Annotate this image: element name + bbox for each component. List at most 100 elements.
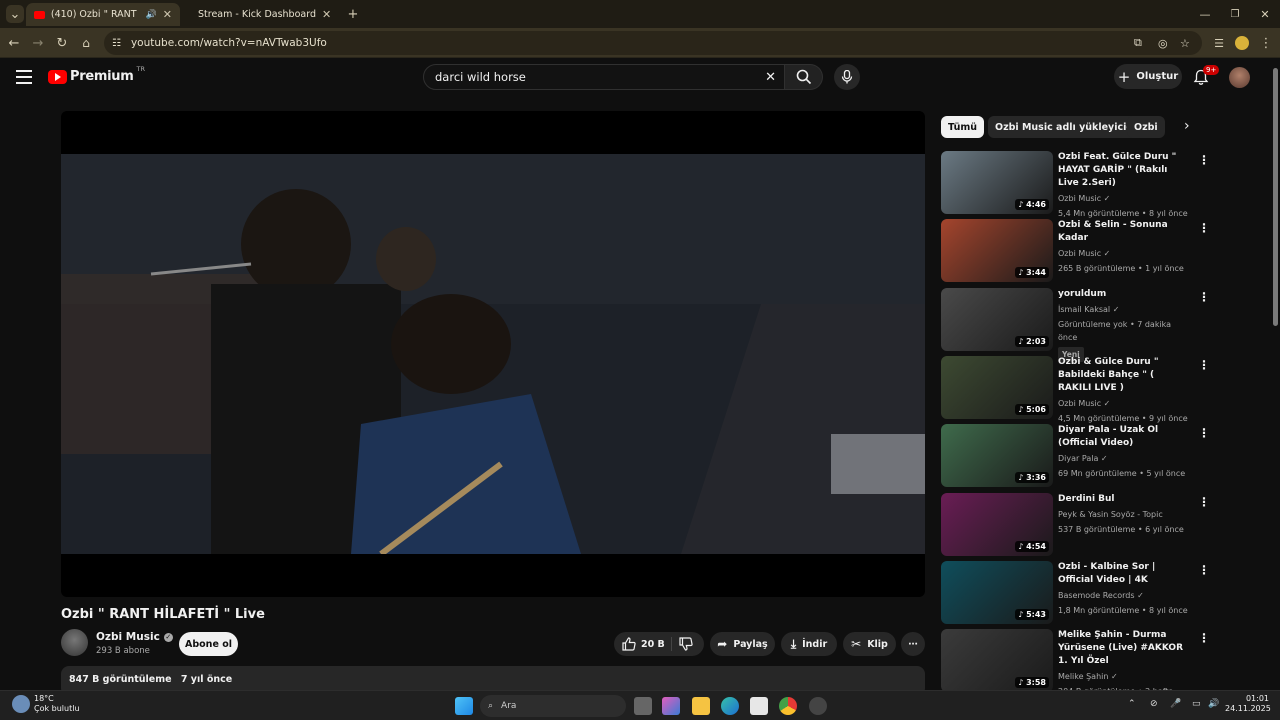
video-player[interactable] [61,111,925,597]
recommendation-item[interactable]: ♪ 4:54 Derdini Bul Peyk & Yasin Soyöz - To… [941,492,1210,557]
download-button[interactable]: ⤓ İndir [781,632,837,656]
network-off-icon[interactable]: ⊘ [1150,699,1158,709]
display-icon[interactable]: ▭ [1192,699,1201,709]
more-vert-icon[interactable]: ⋮ [1198,221,1210,235]
more-vert-icon[interactable]: ⋮ [1198,495,1210,509]
hamburger-menu-icon[interactable] [16,70,32,84]
more-vert-icon[interactable]: ⋮ [1198,426,1210,440]
recommendation-title[interactable]: Ozbi & Selin - Sonuna Kadar [1058,219,1190,245]
more-vert-icon[interactable]: ⋮ [1198,563,1210,577]
search-input[interactable]: darci wild horse ✕ [423,64,785,90]
address-bar[interactable]: ☷ youtube.com/watch?v=nAVTwab3Ufo ⧉ ◎ ☆ [104,31,1202,55]
home-icon[interactable]: ⌂ [77,34,95,52]
video-thumbnail[interactable]: ♪ 3:44 [941,219,1053,283]
more-vert-icon[interactable]: ⋮ [1198,358,1210,372]
video-thumbnail[interactable]: ♪ 3:36 [941,424,1053,488]
avatar[interactable] [1229,67,1250,88]
app-icon[interactable] [809,697,827,715]
recommendation-channel[interactable]: Ozbi Music ✓ [1058,247,1190,260]
more-vert-icon[interactable]: ⋮ [1198,290,1210,304]
profile-icon[interactable] [1233,34,1251,52]
create-button[interactable]: + Oluştur [1114,64,1182,89]
eye-off-icon[interactable]: ◎ [1158,37,1168,50]
recommendation-title[interactable]: Ozbi Feat. Gülce Duru " HAYAT GARİP " (R… [1058,151,1190,190]
voice-search-button[interactable] [834,64,860,90]
scrollbar-thumb[interactable] [1273,68,1278,326]
recommendation-item[interactable]: ♪ 4:46 Ozbi Feat. Gülce Duru " HAYAT GARİ… [941,151,1210,218]
weather-cloud-icon[interactable] [12,695,30,713]
video-thumbnail[interactable]: ♪ 5:06 [941,355,1053,419]
back-icon[interactable]: ← [5,34,23,52]
youtube-logo[interactable]: Premium TR [48,65,145,84]
reading-list-icon[interactable]: ☰ [1210,34,1228,52]
tab-youtube[interactable]: (410) Ozbi " RANT HİLAFETİ 🔊 ✕ [26,3,180,26]
chip-ozbi[interactable]: Ozbi [1127,116,1165,138]
close-tab-icon[interactable]: ✕ [322,8,331,21]
restore-button[interactable]: ❐ [1226,5,1244,23]
recommendation-item[interactable]: ♪ 3:58 Melike Şahin - Durma Yürüsene (Liv… [941,629,1210,709]
recommendation-channel[interactable]: Basemode Records ✓ [1058,589,1190,602]
notifications-button[interactable]: 9+ [1193,65,1220,87]
recommendation-channel[interactable]: Melike Şahin ✓ [1058,670,1190,683]
new-tab-button[interactable]: + [344,5,362,23]
share-button[interactable]: ➦ Paylaş [710,632,775,656]
clip-button[interactable]: ✂ Klip [843,632,896,656]
video-thumbnail[interactable]: ♪ 4:54 [941,492,1053,556]
recommendation-title[interactable]: Diyar Pala - Uzak Ol (Official Video) [1058,424,1190,450]
clock[interactable]: 01:01 24.11.2025 [1225,694,1271,714]
windows-start-icon[interactable] [455,697,473,715]
tray-chevron-icon[interactable]: ⌃ [1128,699,1136,709]
clear-search-icon[interactable]: ✕ [765,70,776,85]
recommendation-title[interactable]: yoruldum [1058,288,1190,301]
video-thumbnail[interactable]: ♪ 5:43 [941,560,1053,624]
dislike-button[interactable] [679,637,693,654]
bookmark-star-icon[interactable]: ☆ [1180,37,1190,50]
window-close-button[interactable]: ✕ [1256,5,1274,23]
mic-tray-icon[interactable]: 🎤 [1170,699,1181,709]
recommendation-item[interactable]: ♪ 3:44 Ozbi & Selin - Sonuna Kadar Ozbi Mu… [941,219,1210,283]
video-thumbnail[interactable]: ♪ 3:58 [941,629,1053,693]
reload-icon[interactable]: ↻ [53,34,71,52]
chrome-icon[interactable] [779,697,797,715]
recommendation-title[interactable]: Derdini Bul [1058,493,1190,506]
recommendation-item[interactable]: ♪ 5:43 Ozbi - Kalbine Sor | Official Vide… [941,560,1210,625]
chip-all[interactable]: Tümü [941,116,985,138]
recommendation-channel[interactable]: Ozbi Music ✓ [1058,192,1190,205]
recommendation-title[interactable]: Ozbi & Gülce Duru " Babildeki Bahçe " ( … [1058,356,1190,395]
site-info-icon[interactable]: ☷ [112,38,121,49]
like-button[interactable]: 20 B [622,637,665,651]
tab-search-button[interactable]: ⌄ [6,5,24,23]
taskbar-search[interactable]: ⌕ Ara [480,695,626,717]
cast-icon[interactable]: ⧉ [1134,36,1142,50]
channel-avatar[interactable] [61,629,88,656]
more-actions-button[interactable]: ⋯ [901,632,925,656]
file-explorer-icon[interactable] [692,697,710,715]
store-icon[interactable] [750,697,768,715]
subscribe-button[interactable]: Abone ol [179,632,238,656]
page-scrollbar[interactable] [1270,58,1280,690]
recommendation-title[interactable]: Melike Şahin - Durma Yürüsene (Live) #AK… [1058,629,1190,668]
recommendation-item[interactable]: ♪ 5:06 Ozbi & Gülce Duru " Babildeki Bahç… [941,355,1210,423]
edge-icon[interactable] [721,697,739,715]
recommendation-item[interactable]: ♪ 2:03 yoruldum İsmail Kaksal ✓ Görüntüleme… [941,287,1210,362]
chevron-right-icon[interactable]: › [1184,118,1190,134]
recommendation-channel[interactable]: Peyk & Yasin Soyöz - Topic [1058,508,1190,521]
more-vert-icon[interactable]: ⋮ [1198,631,1210,645]
close-tab-icon[interactable]: ✕ [163,8,172,21]
tab-kick[interactable]: Stream - Kick Dashboard ✕ [184,3,338,26]
recommendation-channel[interactable]: Diyar Pala ✓ [1058,452,1190,465]
task-view-icon[interactable] [634,697,652,715]
volume-icon[interactable]: 🔊 [1208,699,1219,709]
more-vert-icon[interactable]: ⋮ [1198,153,1210,167]
recommendation-channel[interactable]: İsmail Kaksal ✓ [1058,303,1190,316]
forward-icon[interactable]: → [29,34,47,52]
channel-name-link[interactable]: Ozbi Music ✓ [96,631,173,643]
video-thumbnail[interactable]: ♪ 4:46 [941,151,1053,214]
copilot-icon[interactable] [662,697,680,715]
search-button[interactable] [785,64,823,90]
recommendation-item[interactable]: ♪ 3:36 Diyar Pala - Uzak Ol (Official Vid… [941,424,1210,488]
recommendation-title[interactable]: Ozbi - Kalbine Sor | Official Video | 4K [1058,561,1190,587]
recommendation-channel[interactable]: Ozbi Music ✓ [1058,397,1190,410]
video-thumbnail[interactable]: ♪ 2:03 [941,287,1053,351]
minimize-button[interactable]: — [1196,5,1214,23]
